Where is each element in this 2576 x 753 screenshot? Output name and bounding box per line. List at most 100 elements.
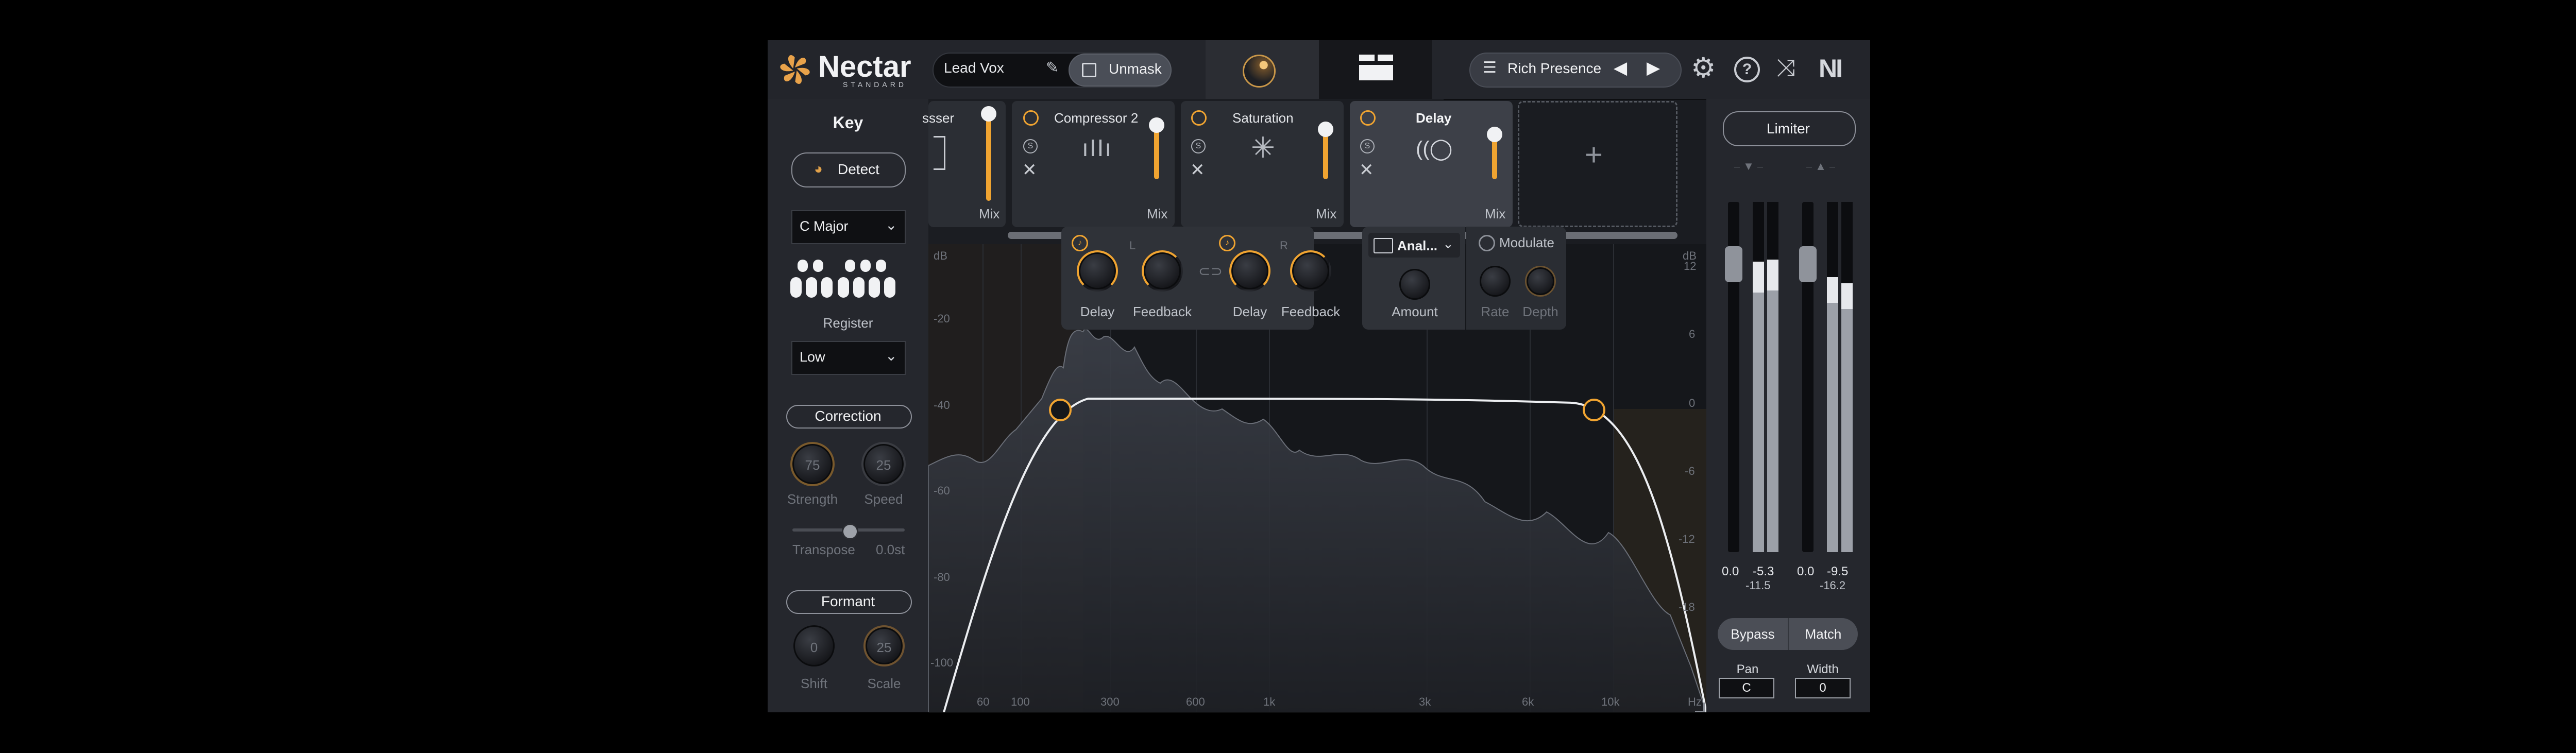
brand-edition: STANDARD bbox=[843, 80, 907, 89]
power-icon[interactable] bbox=[1360, 110, 1376, 126]
output-rms: -16.2 bbox=[1820, 579, 1846, 592]
delay-left-knob[interactable] bbox=[1077, 250, 1118, 292]
feedback-right-knob[interactable] bbox=[1290, 250, 1331, 292]
module-name: Compressor 2 bbox=[1054, 110, 1139, 126]
previous-preset-icon[interactable]: ◀ bbox=[1614, 58, 1627, 78]
remove-module-icon[interactable]: ✕ bbox=[1022, 160, 1037, 180]
right-channel-label: R bbox=[1280, 239, 1288, 252]
freq-label: 100 bbox=[1011, 695, 1030, 708]
rate-knob[interactable] bbox=[1480, 266, 1511, 297]
shift-value: 0 bbox=[810, 640, 818, 655]
preset-name: Lead Vox bbox=[944, 60, 1004, 76]
preset-browser-name: Rich Presence bbox=[1507, 60, 1602, 76]
delay-label: Delay bbox=[1080, 304, 1115, 319]
mix-slider-handle[interactable] bbox=[1149, 117, 1164, 133]
mix-slider-handle[interactable] bbox=[981, 106, 996, 122]
transpose-label: Transpose bbox=[792, 542, 855, 557]
sync-note-icon[interactable]: ♪ bbox=[1072, 235, 1088, 251]
power-icon[interactable] bbox=[1191, 110, 1207, 126]
delay-mode-value: Anal... bbox=[1397, 238, 1438, 253]
module-grid-icon bbox=[1359, 55, 1393, 81]
next-preset-icon[interactable]: ▶ bbox=[1647, 58, 1660, 78]
delay-echo-icon: ((◯ bbox=[1416, 138, 1453, 160]
feedback-label: Feedback bbox=[1132, 304, 1192, 319]
solo-icon[interactable]: S bbox=[1360, 139, 1375, 153]
detect-icon: ◕ bbox=[814, 161, 823, 177]
db-scale-right: -12 bbox=[1679, 533, 1695, 545]
module-name: Delay bbox=[1416, 110, 1452, 126]
amount-label: Amount bbox=[1392, 304, 1438, 319]
mix-label: Mix bbox=[1485, 206, 1506, 221]
db-scale-right: -18 bbox=[1679, 601, 1695, 613]
add-module-icon: + bbox=[1585, 138, 1603, 172]
freq-label: 10k bbox=[1601, 695, 1620, 708]
output-gain-fader-handle[interactable] bbox=[1799, 246, 1817, 282]
freq-label: 1k bbox=[1263, 695, 1276, 708]
settings-gear-icon[interactable]: ⚙ bbox=[1691, 52, 1716, 84]
chevron-down-icon: ⌄ bbox=[1443, 236, 1454, 251]
key-panel: Key ◕ Detect C Major ⌄ Register Low ⌄ Co… bbox=[768, 99, 928, 712]
depth-knob[interactable] bbox=[1525, 266, 1556, 297]
delay-right-knob[interactable] bbox=[1229, 250, 1270, 292]
solo-icon[interactable]: S bbox=[1191, 139, 1206, 153]
feedback-label: Feedback bbox=[1281, 304, 1341, 319]
scale-knob-value: 25 bbox=[876, 640, 892, 655]
input-gain-arrow-icon: ⎯ ▼ ⎯ bbox=[1734, 160, 1763, 173]
output-meter-left-level bbox=[1827, 277, 1838, 552]
list-icon: ☰ bbox=[1483, 59, 1497, 76]
ni-logo: NI bbox=[1819, 54, 1843, 83]
remove-module-icon[interactable]: ✕ bbox=[1190, 160, 1205, 180]
solo-icon[interactable]: S bbox=[1023, 139, 1038, 153]
match-label: Match bbox=[1805, 626, 1842, 642]
freq-label: 3k bbox=[1419, 695, 1431, 708]
rate-label: Rate bbox=[1481, 304, 1510, 319]
mix-label: Mix bbox=[1316, 206, 1337, 221]
correction-label: Correction bbox=[815, 408, 882, 424]
db-scale-left: -80 bbox=[934, 571, 950, 584]
db-scale-right: -6 bbox=[1685, 465, 1695, 477]
mix-label: Mix bbox=[979, 206, 1000, 221]
bypass-label: Bypass bbox=[1731, 626, 1775, 642]
brand-name: Nectar bbox=[818, 50, 911, 83]
input-meter-right-level bbox=[1767, 260, 1778, 552]
output-peak-left: 0.0 bbox=[1797, 564, 1815, 578]
freq-label: 300 bbox=[1100, 695, 1120, 708]
input-peak-left: 0.0 bbox=[1722, 564, 1739, 578]
saturation-burst-icon: ✳ bbox=[1251, 131, 1275, 164]
amount-knob[interactable] bbox=[1399, 269, 1430, 300]
formant-label: Formant bbox=[821, 593, 875, 609]
width-value: 0 bbox=[1819, 681, 1826, 695]
nectar-logo-icon bbox=[777, 52, 813, 88]
limiter-label: Limiter bbox=[1766, 121, 1810, 136]
input-gain-fader-handle[interactable] bbox=[1725, 246, 1742, 282]
edit-pencil-icon[interactable]: ✎ bbox=[1046, 59, 1059, 77]
chevron-down-icon: ⌄ bbox=[885, 217, 897, 233]
input-peak-right: -5.3 bbox=[1753, 564, 1774, 578]
mix-slider-handle[interactable] bbox=[1318, 122, 1333, 137]
mix-slider[interactable] bbox=[986, 108, 991, 201]
feedback-left-knob[interactable] bbox=[1142, 250, 1183, 292]
freq-label: 6k bbox=[1522, 695, 1534, 708]
modulate-power-icon[interactable] bbox=[1479, 235, 1495, 251]
piano-keyboard[interactable] bbox=[790, 260, 906, 299]
db-scale-left: dB bbox=[934, 249, 947, 262]
key-title: Key bbox=[833, 113, 863, 132]
sync-note-icon[interactable]: ♪ bbox=[1219, 235, 1235, 251]
power-icon[interactable] bbox=[1023, 110, 1039, 126]
output-gain-arrow-icon: ⎯ ▲ ⎯ bbox=[1806, 160, 1835, 173]
transpose-slider-handle[interactable] bbox=[842, 523, 858, 540]
mix-slider-handle[interactable] bbox=[1487, 127, 1502, 142]
help-icon[interactable]: ? bbox=[1734, 57, 1760, 82]
resize-grip-icon[interactable] bbox=[1695, 703, 1705, 712]
header-bar: Nectar STANDARD Lead Vox ✎ Unmask ☰ Rich… bbox=[768, 40, 1870, 100]
deesser-glyph-icon bbox=[934, 136, 945, 170]
link-icon[interactable]: ⊂⊃ bbox=[1198, 263, 1223, 280]
analog-mode-icon bbox=[1374, 238, 1393, 253]
remove-module-icon[interactable]: ✕ bbox=[1359, 160, 1374, 180]
speed-value: 25 bbox=[876, 457, 891, 473]
module-name: ssser bbox=[922, 110, 955, 126]
modulate-label: Modulate bbox=[1499, 235, 1554, 250]
output-meter-right-level bbox=[1841, 283, 1853, 552]
input-rms: -11.5 bbox=[1745, 579, 1771, 592]
routing-icon[interactable]: ⤨ bbox=[1776, 54, 1795, 82]
